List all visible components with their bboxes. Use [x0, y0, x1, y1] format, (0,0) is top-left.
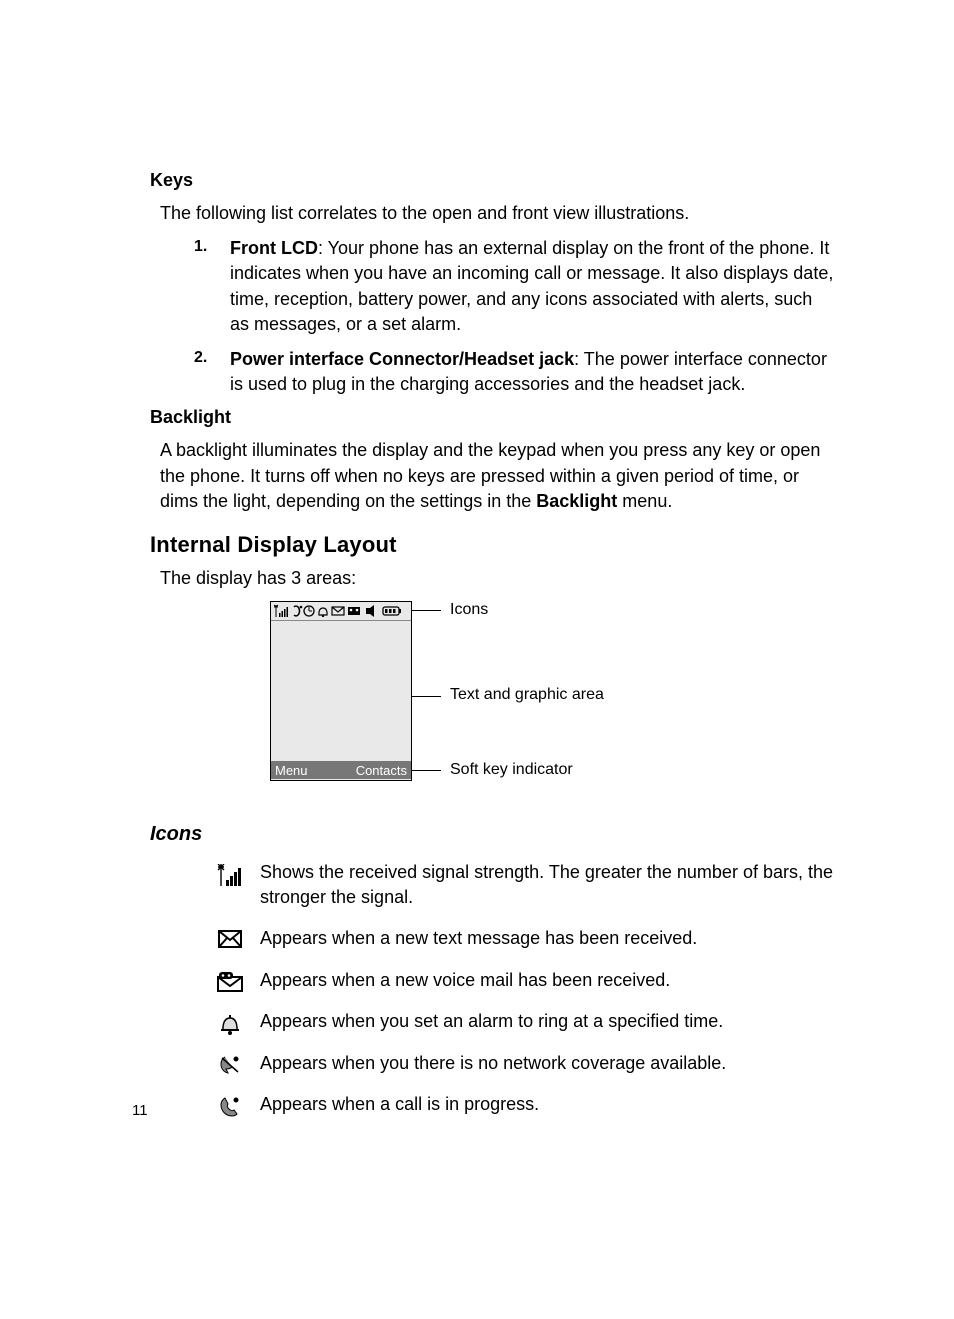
icon-desc: Appears when a new voice mail has been r… [250, 968, 834, 993]
heading-backlight: Backlight [150, 407, 834, 428]
heading-icons: Icons [150, 823, 834, 846]
callout-line [411, 770, 441, 771]
item-label: Front LCD [230, 238, 318, 258]
callout-icons: Icons [450, 601, 488, 619]
icon-row: Appears when a call is in progress. [210, 1092, 834, 1118]
call-icon [210, 1092, 250, 1118]
icon-desc: Appears when you set an alarm to ring at… [250, 1009, 834, 1034]
item-text: : Your phone has an external display on … [230, 238, 833, 334]
item-label: Power interface Connector/Headset jack [230, 349, 574, 369]
statusbar-icons [274, 604, 404, 618]
icon-desc: Appears when a call is in progress. [250, 1092, 834, 1117]
item-number: 1. [194, 236, 207, 258]
callout-softkey: Soft key indicator [450, 761, 573, 779]
list-item: 2. Power interface Connector/Headset jac… [150, 347, 834, 397]
icon-row: Appears when you set an alarm to ring at… [210, 1009, 834, 1035]
keys-intro: The following list correlates to the ope… [160, 201, 834, 226]
message-icon [210, 926, 250, 948]
signal-icon [210, 860, 250, 886]
display-diagram: Menu Contacts Icons Text and graphic are… [270, 601, 834, 801]
heading-internal-display-layout: Internal Display Layout [150, 532, 834, 558]
callout-text-area: Text and graphic area [450, 685, 604, 704]
callout-line [411, 610, 441, 611]
softkey-left: Menu [275, 763, 308, 778]
voicemail-icon [210, 968, 250, 992]
callout-line [411, 696, 441, 697]
page: Keys The following list correlates to th… [0, 0, 954, 1319]
softkey-right: Contacts [356, 763, 407, 778]
icon-bar [271, 602, 411, 621]
icon-desc: Appears when you there is no network cov… [250, 1051, 834, 1076]
heading-keys: Keys [150, 170, 834, 191]
icon-row: Appears when you there is no network cov… [210, 1051, 834, 1076]
icon-desc: Shows the received signal strength. The … [250, 860, 834, 910]
backlight-text: A backlight illuminates the display and … [160, 438, 834, 514]
keys-list: 1. Front LCD: Your phone has an external… [150, 236, 834, 397]
icon-row: Shows the received signal strength. The … [210, 860, 834, 910]
icon-row: Appears when a new voice mail has been r… [210, 968, 834, 993]
layout-intro: The display has 3 areas: [160, 566, 834, 591]
softkey-bar: Menu Contacts [271, 761, 411, 779]
alarm-icon [210, 1009, 250, 1035]
phone-screen: Menu Contacts [270, 601, 412, 781]
page-number: 11 [132, 1102, 148, 1119]
list-item: 1. Front LCD: Your phone has an external… [150, 236, 834, 337]
icon-desc: Appears when a new text message has been… [250, 926, 834, 951]
icon-row: Appears when a new text message has been… [210, 926, 834, 951]
item-number: 2. [194, 347, 207, 369]
text-graphic-area [271, 621, 411, 761]
no-network-icon [210, 1051, 250, 1075]
